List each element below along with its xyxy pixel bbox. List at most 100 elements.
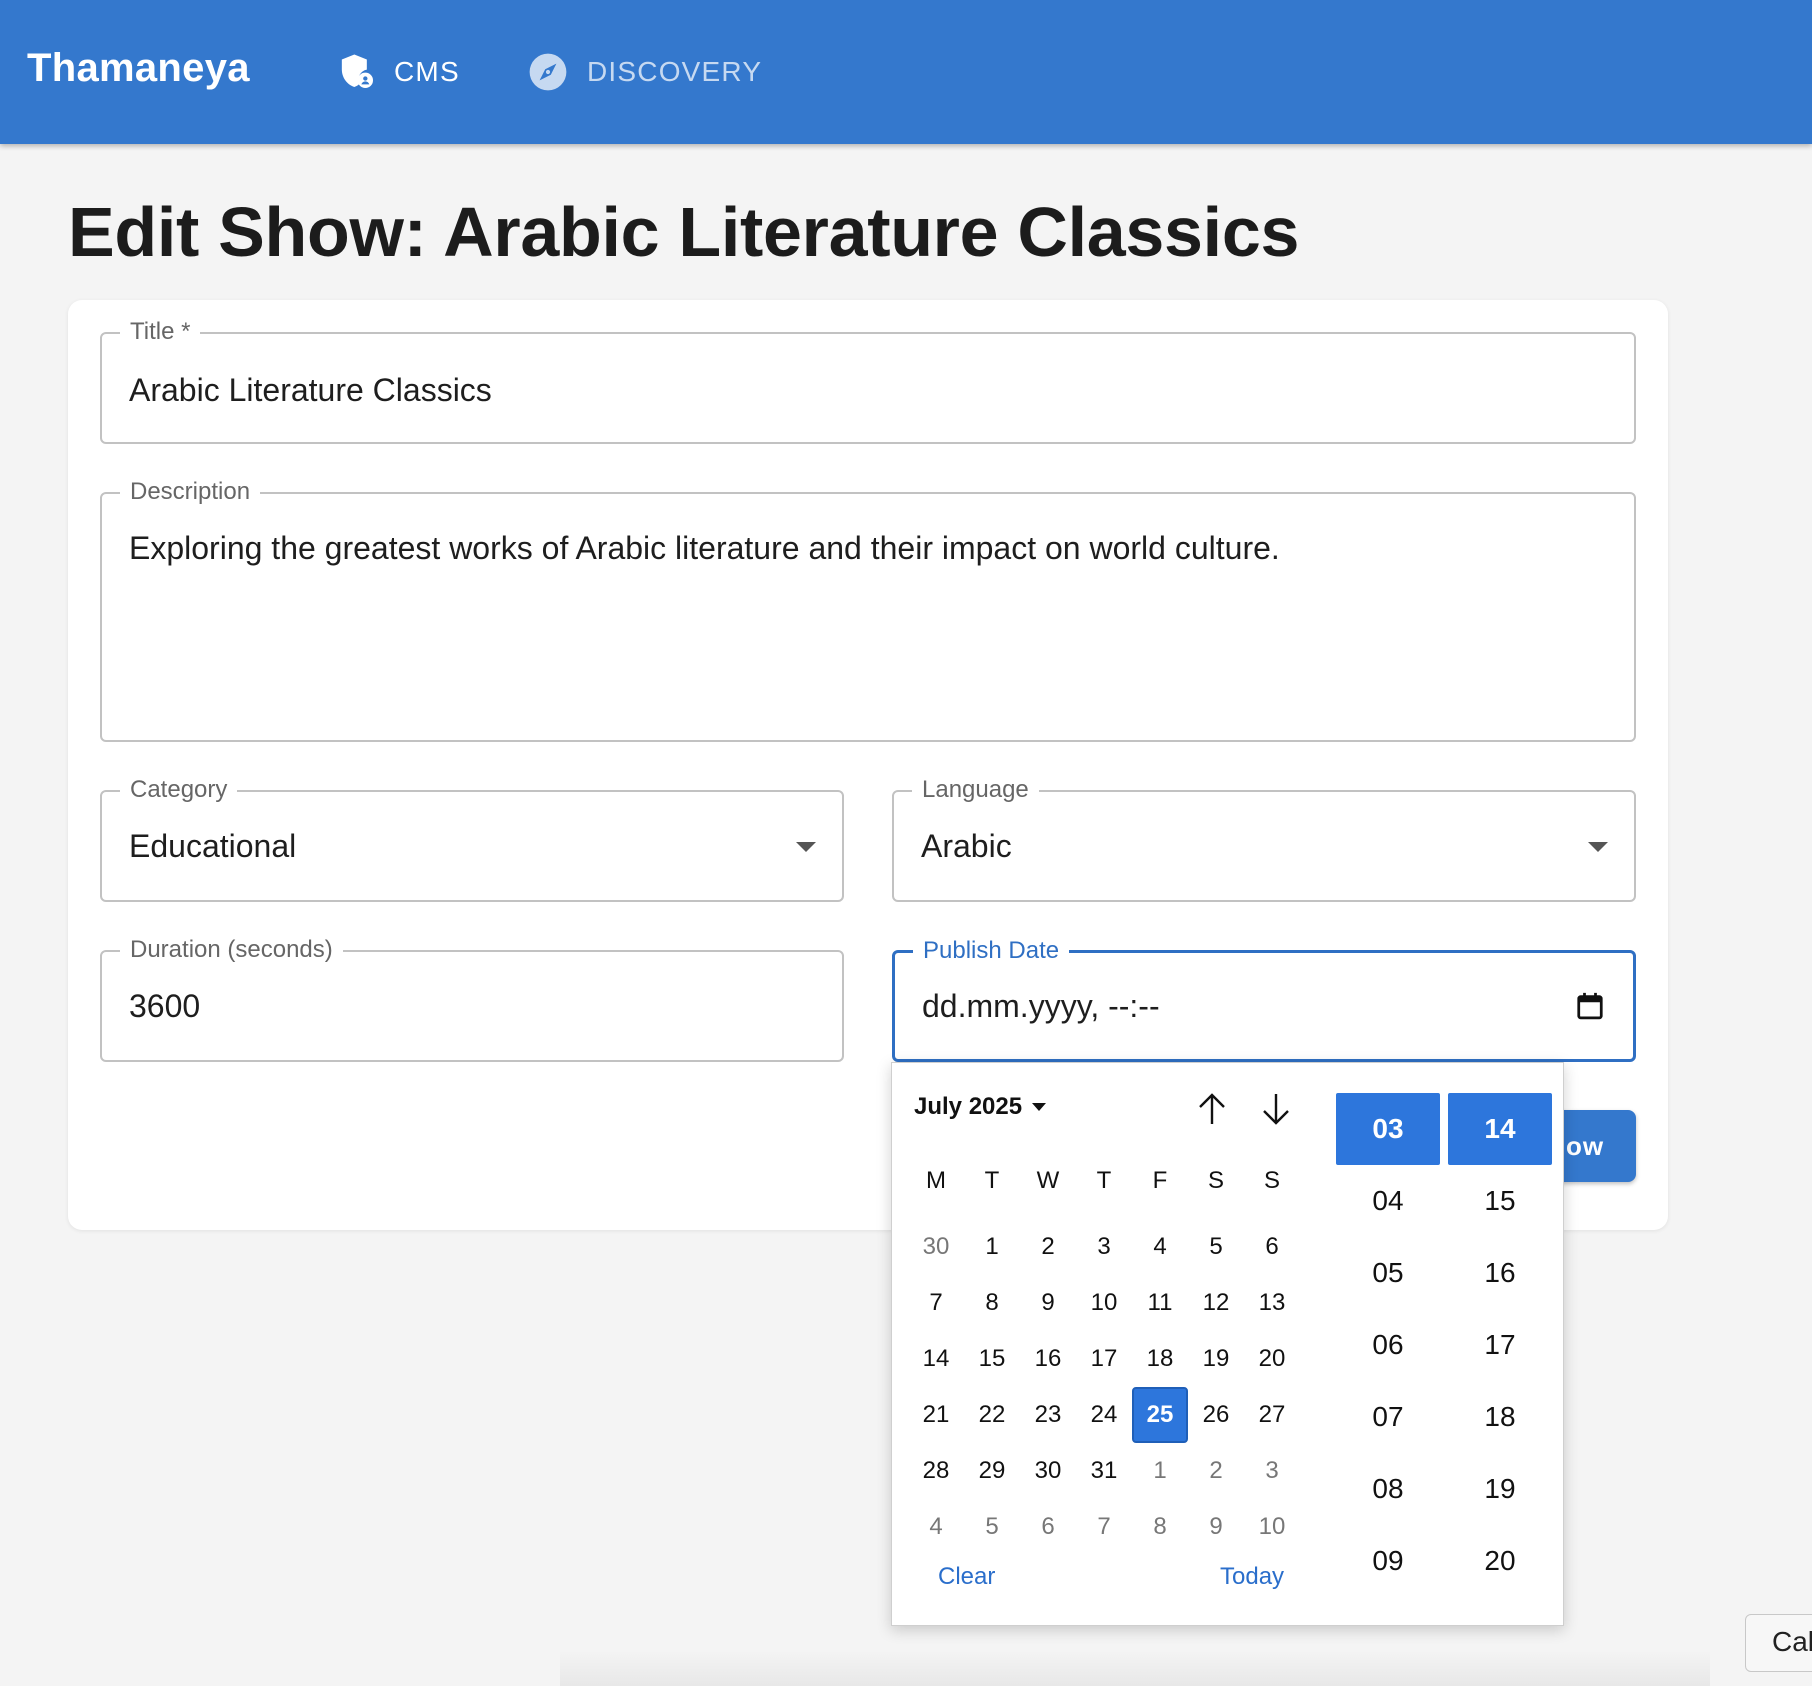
calendar-icon[interactable] xyxy=(1575,990,1605,1027)
day-cell[interactable]: 12 xyxy=(1188,1275,1244,1331)
duration-field-label: Duration (seconds) xyxy=(120,936,343,964)
language-select[interactable]: Language Arabic xyxy=(892,776,1636,902)
save-show-button-label: ow xyxy=(1566,1130,1605,1161)
day-cell[interactable]: 10 xyxy=(1076,1275,1132,1331)
shield-user-icon xyxy=(336,52,376,92)
title-field-label: Title * xyxy=(120,318,201,346)
previous-month-button[interactable] xyxy=(1192,1089,1232,1129)
page-title: Edit Show: Arabic Literature Classics xyxy=(68,193,1300,271)
minute-option[interactable]: 16 xyxy=(1448,1237,1552,1309)
day-cell[interactable]: 19 xyxy=(1188,1331,1244,1387)
day-cell[interactable]: 2 xyxy=(1020,1219,1076,1275)
weekday-label: T xyxy=(984,1167,1000,1194)
selected-day-cell[interactable]: 25 xyxy=(1132,1387,1188,1443)
day-cell[interactable]: 13 xyxy=(1244,1275,1300,1331)
minute-option[interactable]: 19 xyxy=(1448,1453,1552,1525)
brand-logo[interactable]: Thamaneya xyxy=(27,46,250,91)
day-cell[interactable]: 9 xyxy=(1188,1499,1244,1555)
month-year-label: July 2025 xyxy=(914,1093,1023,1120)
clear-button[interactable]: Clear xyxy=(938,1563,995,1591)
publish-date-field-label: Publish Date xyxy=(913,937,1070,965)
day-cell[interactable]: 8 xyxy=(1132,1499,1188,1555)
minute-option[interactable]: 20 xyxy=(1448,1525,1552,1597)
language-dropdown-icon xyxy=(1588,842,1608,852)
minute-option[interactable]: 18 xyxy=(1448,1381,1552,1453)
app-bar: Thamaneya CMS DISCOVERY xyxy=(0,0,1812,144)
selected-hour-option[interactable]: 03 xyxy=(1336,1093,1440,1165)
day-cell[interactable]: 5 xyxy=(1188,1219,1244,1275)
minute-option[interactable]: 15 xyxy=(1448,1165,1552,1237)
day-cell[interactable]: 26 xyxy=(1188,1387,1244,1443)
day-cell[interactable]: 27 xyxy=(1244,1387,1300,1443)
day-cell[interactable]: 17 xyxy=(1076,1331,1132,1387)
partial-cancel-button[interactable]: Cal xyxy=(1745,1614,1812,1672)
day-cell[interactable]: 20 xyxy=(1244,1331,1300,1387)
next-month-button[interactable] xyxy=(1256,1089,1296,1129)
title-field-value[interactable]: Arabic Literature Classics xyxy=(129,372,492,409)
hour-option[interactable]: 04 xyxy=(1336,1165,1440,1237)
day-cell[interactable]: 4 xyxy=(1132,1219,1188,1275)
day-cell[interactable]: 28 xyxy=(908,1443,964,1499)
selected-minute-option[interactable]: 14 xyxy=(1448,1093,1552,1165)
day-cell[interactable]: 3 xyxy=(1244,1443,1300,1499)
nav-cms-label: CMS xyxy=(394,56,460,87)
category-dropdown-icon xyxy=(796,842,816,852)
day-cell[interactable]: 31 xyxy=(1076,1443,1132,1499)
partial-cancel-button-label: Cal xyxy=(1772,1626,1812,1657)
day-cell[interactable]: 24 xyxy=(1076,1387,1132,1443)
day-cell[interactable]: 22 xyxy=(964,1387,1020,1443)
day-cell[interactable]: 1 xyxy=(1132,1443,1188,1499)
day-cell[interactable]: 1 xyxy=(964,1219,1020,1275)
month-year-selector[interactable]: July 2025 xyxy=(914,1093,1047,1121)
day-cell[interactable]: 21 xyxy=(908,1387,964,1443)
nav-cms[interactable]: CMS xyxy=(336,50,460,94)
day-cell[interactable]: 4 xyxy=(908,1499,964,1555)
day-cell[interactable]: 14 xyxy=(908,1331,964,1387)
day-cell[interactable]: 10 xyxy=(1244,1499,1300,1555)
arrow-down-icon xyxy=(1263,1094,1289,1125)
hour-option[interactable]: 07 xyxy=(1336,1381,1440,1453)
day-cell[interactable]: 11 xyxy=(1132,1275,1188,1331)
weekday-label: W xyxy=(1036,1167,1060,1194)
day-cell[interactable]: 9 xyxy=(1020,1275,1076,1331)
title-field[interactable]: Title * Arabic Literature Classics xyxy=(100,318,1636,444)
description-field[interactable]: Description Exploring the greatest works… xyxy=(100,478,1636,742)
hour-option[interactable]: 09 xyxy=(1336,1525,1440,1597)
today-button[interactable]: Today xyxy=(1220,1563,1284,1591)
day-cell[interactable]: 7 xyxy=(1076,1499,1132,1555)
hour-option[interactable]: 05 xyxy=(1336,1237,1440,1309)
nav-discovery[interactable]: DISCOVERY xyxy=(527,50,762,94)
description-field-value[interactable]: Exploring the greatest works of Arabic l… xyxy=(129,530,1280,567)
day-cell[interactable]: 15 xyxy=(964,1331,1020,1387)
day-cell[interactable]: 3 xyxy=(1076,1219,1132,1275)
day-cell[interactable]: 23 xyxy=(1020,1387,1076,1443)
language-select-label: Language xyxy=(912,776,1039,804)
category-select[interactable]: Category Educational xyxy=(100,776,844,902)
hour-option[interactable]: 08 xyxy=(1336,1453,1440,1525)
day-cell[interactable]: 2 xyxy=(1188,1443,1244,1499)
weekday-label: T xyxy=(1096,1167,1112,1194)
day-cell[interactable]: 5 xyxy=(964,1499,1020,1555)
weekday-label: S xyxy=(1207,1167,1224,1194)
day-cell[interactable]: 30 xyxy=(908,1219,964,1275)
duration-field-value[interactable]: 3600 xyxy=(129,988,200,1025)
publish-date-field[interactable]: Publish Date dd.mm.yyyy, --:-- xyxy=(892,937,1636,1062)
day-cell[interactable]: 6 xyxy=(1020,1499,1076,1555)
compass-icon xyxy=(527,51,569,93)
day-cell[interactable]: 7 xyxy=(908,1275,964,1331)
weekday-label: S xyxy=(1263,1167,1280,1194)
nav-discovery-label: DISCOVERY xyxy=(587,56,763,87)
day-cell[interactable]: 30 xyxy=(1020,1443,1076,1499)
duration-field[interactable]: Duration (seconds) 3600 xyxy=(100,936,844,1062)
day-cell[interactable]: 16 xyxy=(1020,1331,1076,1387)
hour-option[interactable]: 06 xyxy=(1336,1309,1440,1381)
month-dropdown-icon xyxy=(1032,1103,1047,1111)
language-select-value: Arabic xyxy=(921,828,1012,864)
day-cell[interactable]: 18 xyxy=(1132,1331,1188,1387)
weekday-label: F xyxy=(1152,1167,1168,1194)
day-cell[interactable]: 8 xyxy=(964,1275,1020,1331)
minute-option[interactable]: 17 xyxy=(1448,1309,1552,1381)
publish-date-field-value[interactable]: dd.mm.yyyy, --:-- xyxy=(922,988,1160,1025)
day-cell[interactable]: 29 xyxy=(964,1443,1020,1499)
day-cell[interactable]: 6 xyxy=(1244,1219,1300,1275)
